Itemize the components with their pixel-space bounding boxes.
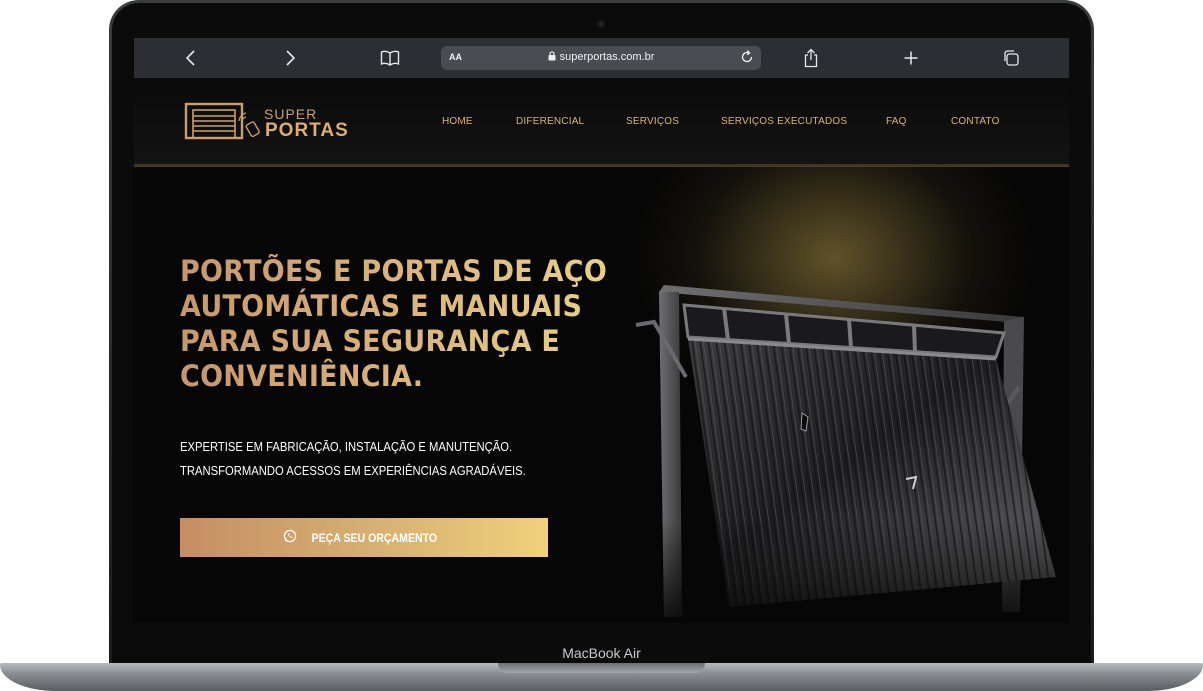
bookmarks-icon[interactable] (376, 46, 404, 70)
device-label: MacBook Air (562, 645, 641, 661)
laptop-notch (498, 663, 705, 673)
nav-item-servicos[interactable]: SERVIÇOS (626, 116, 679, 127)
hero-title-line: PORTÕES E PORTAS DE AÇO (180, 254, 608, 288)
whatsapp-icon (283, 529, 297, 546)
quote-button[interactable]: PEÇA SEU ORÇAMENTO (180, 518, 548, 557)
screen: AA superportas.com.br SUPER PORTAS HOME … (134, 38, 1069, 623)
camera-icon (598, 21, 604, 27)
nav-item-home[interactable]: HOME (442, 116, 473, 127)
nav-item-contato[interactable]: CONTATO (951, 116, 1000, 127)
quote-button-label: PEÇA SEU ORÇAMENTO (311, 530, 437, 545)
hero-section: PORTÕES E PORTAS DE AÇO AUTOMÁTICAS E MA… (134, 167, 1069, 623)
share-icon[interactable] (797, 46, 825, 70)
hero-title-line: AUTOMÁTICAS E MANUAIS (180, 289, 583, 323)
hero-subtitle-line: EXPERTISE EM FABRICAÇÃO, INSTALAÇÃO E MA… (180, 440, 513, 454)
hero-title-line: CONVENIÊNCIA. (180, 359, 424, 393)
back-icon[interactable] (177, 46, 205, 70)
main-nav: HOME DIFERENCIAL SERVIÇOS SERVIÇOS EXECU… (134, 116, 1069, 130)
lock-icon (548, 51, 556, 64)
address-bar[interactable]: AA superportas.com.br (441, 46, 761, 70)
nav-item-diferencial[interactable]: DIFERENCIAL (516, 116, 584, 127)
url-text: superportas.com.br (559, 51, 655, 63)
nav-item-faq[interactable]: FAQ (886, 116, 907, 127)
hero-subtitle-line: TRANSFORMANDO ACESSOS EM EXPERIÊNCIAS AG… (180, 464, 526, 478)
tabs-icon[interactable] (997, 46, 1025, 70)
hero-title-line: PARA SUA SEGURANÇA E (180, 324, 561, 358)
garage-door-image (624, 267, 1064, 623)
site-header: SUPER PORTAS HOME DIFERENCIAL SERVIÇOS S… (134, 78, 1069, 167)
forward-icon[interactable] (276, 46, 304, 70)
hero-title: PORTÕES E PORTAS DE AÇO AUTOMÁTICAS E MA… (180, 254, 608, 394)
browser-toolbar: AA superportas.com.br (134, 38, 1069, 78)
reload-icon[interactable] (739, 49, 755, 70)
new-tab-icon[interactable] (897, 46, 925, 70)
hero-subtitle: EXPERTISE EM FABRICAÇÃO, INSTALAÇÃO E MA… (180, 435, 558, 483)
nav-item-servicos-executados[interactable]: SERVIÇOS EXECUTADOS (721, 116, 847, 127)
